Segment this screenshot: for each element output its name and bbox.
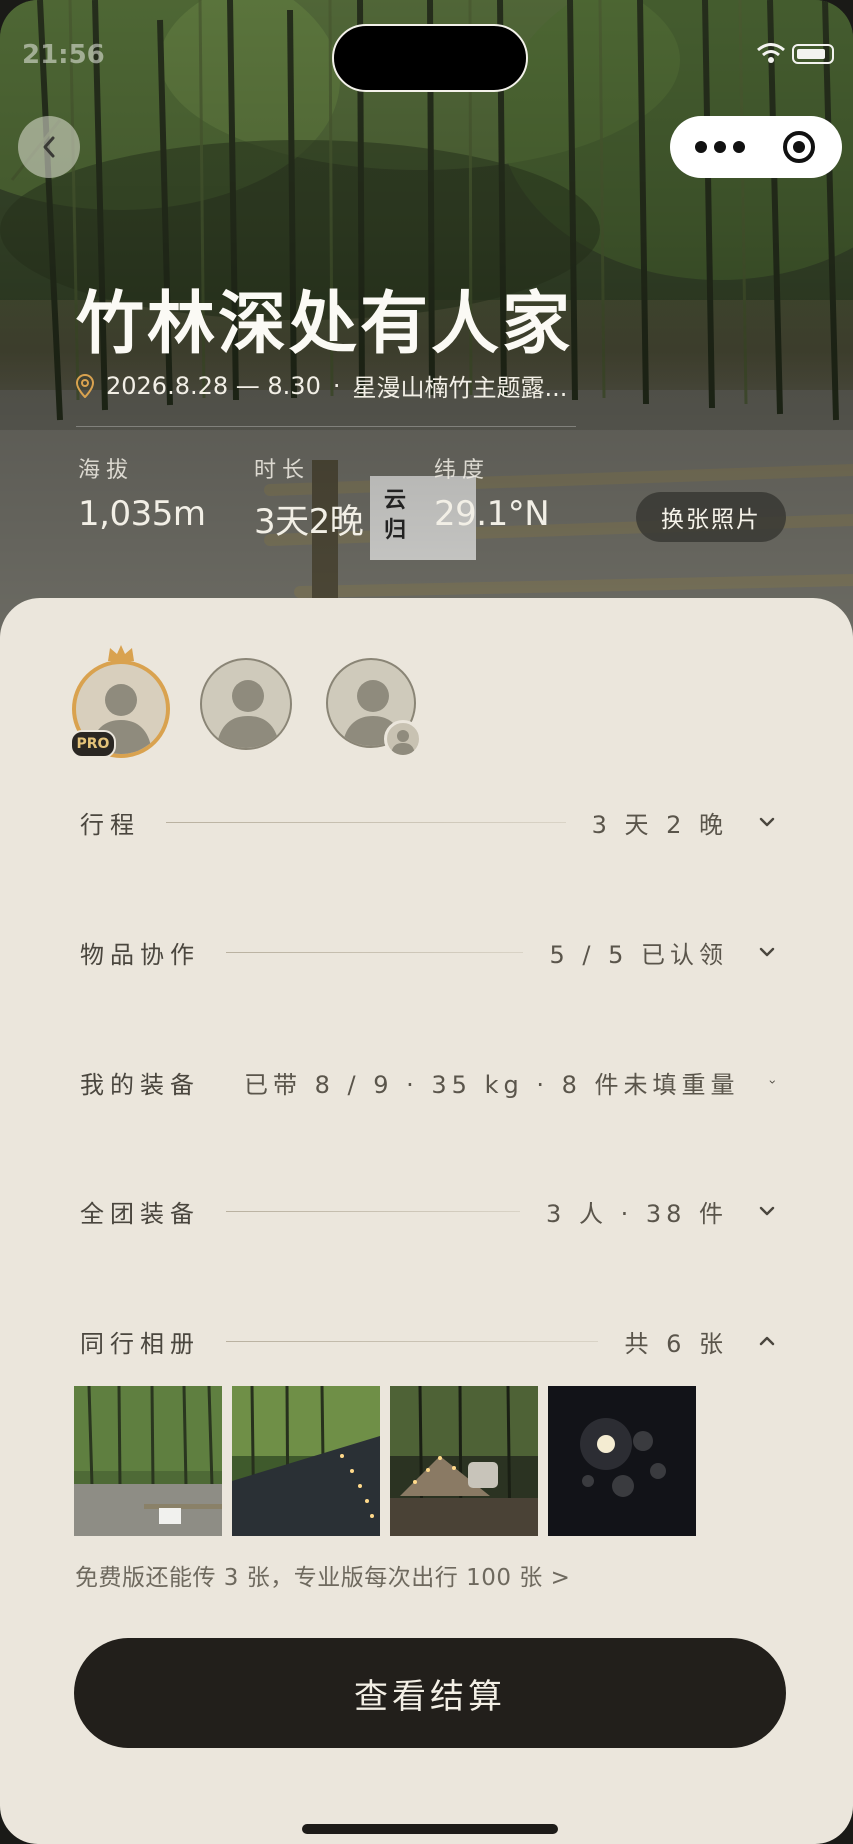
section-item-collab[interactable]: 物品协作 5 / 5 已认领: [80, 932, 776, 972]
stat-latitude: 纬度 29.1°N: [434, 452, 550, 534]
section-line: [166, 821, 566, 823]
location-name: 星漫山楠竹主题露...: [352, 374, 568, 402]
section-group-gear[interactable]: 全团装备 3 人 · 38 件: [80, 1191, 776, 1231]
section-label: 我的装备: [80, 1070, 200, 1099]
section-album[interactable]: 同行相册 共 6 张: [80, 1321, 776, 1361]
stat-label: 时长: [254, 458, 311, 483]
album-photo[interactable]: [232, 1386, 380, 1536]
section-line: [226, 1340, 599, 1342]
chevron-down-icon: [759, 947, 775, 957]
stat-label: 海拔: [78, 458, 135, 483]
section-value: 共 6 张: [624, 1329, 728, 1358]
section-line: [226, 1210, 521, 1212]
meta-separator: ·: [332, 371, 341, 400]
album-photo[interactable]: [390, 1386, 538, 1536]
more-dots-icon[interactable]: [692, 135, 748, 159]
section-value: 已带 8 / 9 · 35 kg · 8 件未填重量: [244, 1070, 740, 1099]
wifi-icon: [757, 43, 785, 63]
swap-photo-button[interactable]: 换张照片: [636, 492, 786, 542]
date-range: 2026.8.28 — 8.30: [106, 371, 321, 400]
avatar-member[interactable]: [200, 658, 292, 750]
stat-label: 纬度: [434, 458, 491, 483]
pro-badge: PRO: [70, 730, 116, 758]
view-settlement-button[interactable]: 查看结算: [74, 1638, 786, 1748]
trip-meta: 2026.8.28 — 8.30 · 星漫山楠竹主题露...: [76, 368, 567, 403]
section-label: 行程: [80, 810, 140, 839]
sign-text-1: 云: [384, 488, 407, 513]
moon-night-photo: [548, 1386, 696, 1536]
upgrade-link[interactable]: 免费版还能传 3 张，专业版每次出行 100 张 >: [75, 1558, 570, 1592]
dynamic-island: [332, 24, 528, 92]
section-label: 物品协作: [80, 940, 200, 969]
status-time: 21:56: [22, 40, 105, 70]
section-value: 3 天 2 晚: [591, 810, 728, 839]
chevron-down-icon: [759, 817, 775, 827]
tent-night-photo: [390, 1386, 538, 1536]
section-value: 5 / 5 已认领: [549, 940, 728, 969]
target-icon[interactable]: [782, 130, 816, 164]
chevron-down-icon: [759, 1206, 775, 1216]
section-line: [226, 951, 524, 953]
chevron-down-icon: [770, 1080, 776, 1084]
battery-icon: [792, 44, 834, 64]
stat-duration: 时长 3天2晚: [254, 452, 364, 543]
section-label: 全团装备: [80, 1199, 200, 1228]
sign-text-2: 归: [384, 518, 407, 543]
member-mini-avatar: [384, 720, 422, 758]
person-silhouette-icon: [216, 680, 280, 748]
section-value: 3 人 · 38 件: [546, 1199, 728, 1228]
section-label: 同行相册: [80, 1329, 200, 1358]
person-silhouette-icon: [391, 730, 415, 755]
album-photo[interactable]: [548, 1386, 696, 1536]
stat-value: 3天2晚: [254, 502, 364, 542]
tent-lights-photo: [232, 1386, 380, 1536]
hero-divider: [76, 426, 576, 427]
back-button[interactable]: [18, 116, 80, 178]
bamboo-camp-photo: [74, 1386, 222, 1536]
stat-altitude: 海拔 1,035m: [78, 452, 206, 534]
pin-icon: [76, 373, 94, 398]
album-photo[interactable]: [74, 1386, 222, 1536]
chevron-left-icon: [43, 136, 55, 158]
stat-value: 1,035m: [78, 494, 206, 534]
trip-title: 竹林深处有人家: [76, 285, 574, 364]
home-indicator[interactable]: [302, 1824, 558, 1834]
section-itinerary[interactable]: 行程 3 天 2 晚: [80, 802, 776, 842]
phone-screen: 云 归 21:56 竹林深处有人家 2026.8.28 — 8.30 · 星漫山…: [0, 0, 853, 1844]
stat-value: 29.1°N: [434, 494, 550, 534]
chevron-up-icon: [759, 1336, 775, 1346]
section-my-gear[interactable]: 我的装备 已带 8 / 9 · 35 kg · 8 件未填重量: [80, 1062, 776, 1102]
album-photos: [74, 1386, 696, 1536]
miniprogram-capsule: [670, 116, 842, 178]
